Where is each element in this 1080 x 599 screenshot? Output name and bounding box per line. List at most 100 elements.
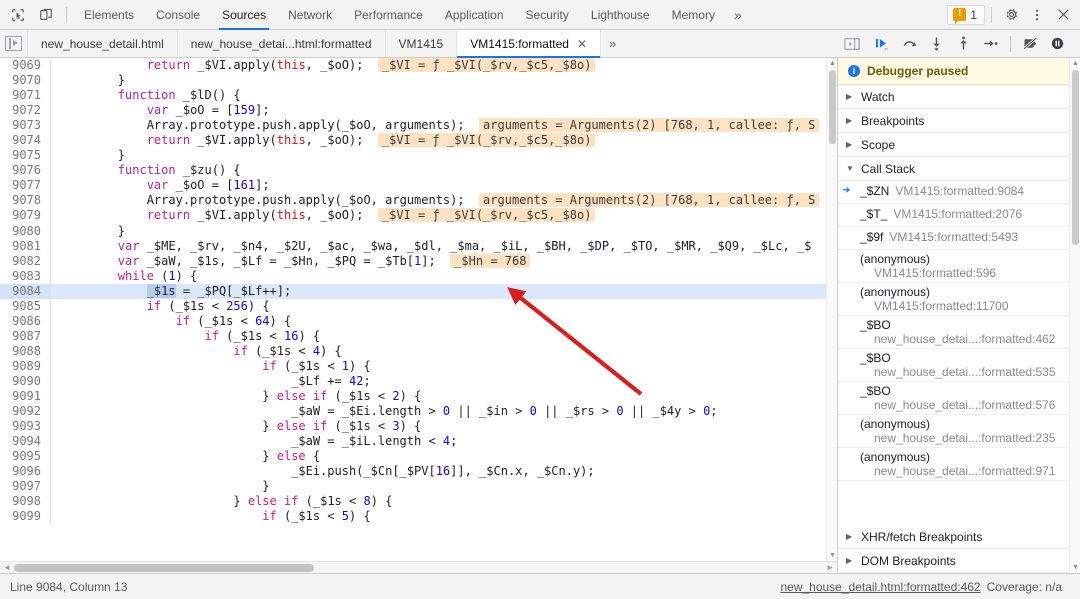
- tab-memory[interactable]: Memory: [661, 0, 726, 30]
- code-line[interactable]: 9083 while (1) {: [0, 268, 837, 284]
- line-number[interactable]: 9089: [0, 358, 51, 374]
- line-number[interactable]: 9083: [0, 268, 51, 284]
- code-line[interactable]: 9091 } else if (_$1s < 2) {: [0, 389, 837, 405]
- sidebar-section-dom-breakpoints[interactable]: ▶ DOM Breakpoints: [838, 549, 1080, 573]
- code-line[interactable]: 9097 }: [0, 479, 837, 495]
- line-number[interactable]: 9079: [0, 208, 51, 224]
- tab-security[interactable]: Security: [515, 0, 580, 30]
- warning-count-badge[interactable]: 1: [947, 4, 985, 25]
- code-line[interactable]: 9094 _$aW = _$iL.length < 4;: [0, 434, 837, 450]
- line-number[interactable]: 9099: [0, 509, 51, 525]
- device-toolbar-icon[interactable]: [32, 2, 60, 28]
- line-number[interactable]: 9081: [0, 238, 51, 254]
- call-stack-frame[interactable]: ➜ (anonymous)VM1415:formatted:11700: [838, 283, 1080, 316]
- source-mapping-link[interactable]: new_house_detail.html:formatted:462: [780, 580, 980, 594]
- line-number[interactable]: 9070: [0, 73, 51, 89]
- call-stack-frame[interactable]: ➜ _$T_ VM1415:formatted:2076: [838, 204, 1080, 227]
- file-tab-vm1415[interactable]: VM1415: [386, 30, 458, 57]
- code-line[interactable]: 9095 } else {: [0, 449, 837, 465]
- sidebar-section-scope[interactable]: ▶ Scope: [838, 133, 1080, 157]
- pause-on-exceptions-button[interactable]: [1045, 32, 1070, 56]
- code-line[interactable]: 9076 function _$zu() {: [0, 163, 837, 179]
- resume-script-execution-button[interactable]: [870, 32, 895, 56]
- line-number[interactable]: 9086: [0, 313, 51, 329]
- code-line[interactable]: 9075 }: [0, 148, 837, 164]
- code-line[interactable]: 9073 Array.prototype.push.apply(_$oO, ar…: [0, 118, 837, 134]
- code-line[interactable]: 9077 var _$oO = [161];: [0, 178, 837, 194]
- line-number[interactable]: 9095: [0, 449, 51, 465]
- inspect-cursor-icon[interactable]: [4, 2, 32, 28]
- line-number[interactable]: 9077: [0, 178, 51, 194]
- code-line[interactable]: 9098 } else if (_$1s < 8) {: [0, 494, 837, 510]
- code-line[interactable]: 9089 if (_$1s < 1) {: [0, 358, 837, 374]
- code-line[interactable]: 9080 }: [0, 223, 837, 239]
- editor-horizontal-scrollbar[interactable]: ◄ ►: [0, 561, 837, 573]
- call-stack-frame[interactable]: ➜ _$BOnew_house_detai...:formatted:535: [838, 349, 1080, 382]
- editor-horizontal-scroll-thumb[interactable]: [14, 564, 314, 572]
- code-line[interactable]: 9087 if (_$1s < 16) {: [0, 328, 837, 344]
- sidebar-section-breakpoints[interactable]: ▶ Breakpoints: [838, 109, 1080, 133]
- close-icon[interactable]: [1050, 2, 1076, 28]
- scroll-left-arrow-icon[interactable]: ◄: [3, 564, 11, 572]
- code-line[interactable]: 9093 } else if (_$1s < 3) {: [0, 419, 837, 435]
- tab-lighthouse[interactable]: Lighthouse: [580, 0, 661, 30]
- sidebar-scroll-thumb[interactable]: [1072, 70, 1079, 245]
- sidebar-section-watch[interactable]: ▶ Watch: [838, 85, 1080, 109]
- tab-elements[interactable]: Elements: [73, 0, 145, 30]
- code-line[interactable]: 9078 Array.prototype.push.apply(_$oO, ar…: [0, 193, 837, 209]
- line-number[interactable]: 9088: [0, 343, 51, 359]
- step-out-button[interactable]: [951, 32, 976, 56]
- code-line[interactable]: 9086 if (_$1s < 64) {: [0, 313, 837, 329]
- tab-sources[interactable]: Sources: [211, 0, 277, 30]
- call-stack-frame[interactable]: ➜ _$9f VM1415:formatted:5493: [838, 227, 1080, 250]
- sidebar-section-xhr-fetch-breakpoints[interactable]: ▶ XHR/fetch Breakpoints: [838, 525, 1080, 549]
- step-over-button[interactable]: [897, 32, 922, 56]
- line-number[interactable]: 9094: [0, 434, 51, 450]
- code-line-current[interactable]: 9084 _$1s = _$PQ[_$Lf++];: [0, 283, 837, 299]
- code-line[interactable]: 9082 var _$aW, _$1s, _$Lf = _$Hn, _$PQ =…: [0, 253, 837, 269]
- line-number[interactable]: 9073: [0, 118, 51, 134]
- code-line[interactable]: 9088 if (_$1s < 4) {: [0, 343, 837, 359]
- tab-network[interactable]: Network: [277, 0, 343, 30]
- file-tabs-overflow-chevron-icon[interactable]: »: [601, 30, 624, 57]
- tab-console[interactable]: Console: [145, 0, 211, 30]
- line-number[interactable]: 9090: [0, 373, 51, 390]
- deactivate-breakpoints-button[interactable]: [1018, 32, 1043, 56]
- line-number[interactable]: 9076: [0, 163, 51, 179]
- file-tab-new-house-detail[interactable]: new_house_detail.html: [28, 30, 178, 57]
- code-line[interactable]: 9092 _$aW = _$Ei.length > 0 || _$in > 0 …: [0, 404, 837, 420]
- code-line[interactable]: 9085 if (_$1s < 256) {: [0, 298, 837, 314]
- line-number[interactable]: 9072: [0, 103, 51, 119]
- tabs-overflow-chevron-icon[interactable]: »: [726, 0, 750, 30]
- call-stack-frame[interactable]: ➜ _$BOnew_house_detai...:formatted:462: [838, 316, 1080, 349]
- line-number[interactable]: 9092: [0, 404, 51, 420]
- file-tab-vm1415-formatted[interactable]: VM1415:formatted ✕: [457, 30, 602, 58]
- code-line[interactable]: 9096 _$Ei.push(_$Cn[_$PV[16]], _$Cn.x, _…: [0, 464, 837, 480]
- scroll-up-arrow-icon[interactable]: ▲: [829, 60, 836, 67]
- code-line[interactable]: 9079 return _$VI.apply(this, _$oO); _$VI…: [0, 208, 837, 224]
- call-stack-frame[interactable]: ➜ _$ZN VM1415:formatted:9084: [838, 181, 1080, 204]
- editor-vertical-scrollbar[interactable]: ▲ ▼: [826, 58, 837, 561]
- show-debugger-sidebar-icon[interactable]: [839, 32, 864, 56]
- line-number[interactable]: 9078: [0, 193, 51, 209]
- step-button[interactable]: [978, 32, 1003, 56]
- line-number[interactable]: 9075: [0, 148, 51, 164]
- code-line[interactable]: 9090 _$Lf += 42;: [0, 373, 837, 390]
- line-number[interactable]: 9084: [0, 283, 51, 299]
- code-line[interactable]: 9099 if (_$1s < 5) {: [0, 509, 837, 525]
- sidebar-section-call-stack[interactable]: ▼ Call Stack: [838, 157, 1080, 181]
- call-stack-frame[interactable]: ➜ _$BOnew_house_detai...:formatted:576: [838, 382, 1080, 415]
- line-number[interactable]: 9080: [0, 223, 51, 239]
- line-number[interactable]: 9098: [0, 494, 51, 510]
- line-number[interactable]: 9069: [0, 58, 51, 74]
- call-stack-frame[interactable]: ➜ (anonymous)new_house_detai...:formatted…: [838, 415, 1080, 448]
- gear-icon[interactable]: [998, 2, 1024, 28]
- line-number[interactable]: 9091: [0, 389, 51, 405]
- line-number[interactable]: 9096: [0, 464, 51, 480]
- scroll-down-arrow-icon[interactable]: ▼: [1072, 564, 1079, 571]
- code-line[interactable]: 9072 var _$oO = [159];: [0, 103, 837, 119]
- scroll-up-arrow-icon[interactable]: ▲: [1072, 60, 1079, 67]
- scroll-right-arrow-icon[interactable]: ►: [826, 564, 834, 572]
- line-number[interactable]: 9093: [0, 419, 51, 435]
- step-into-button[interactable]: [924, 32, 949, 56]
